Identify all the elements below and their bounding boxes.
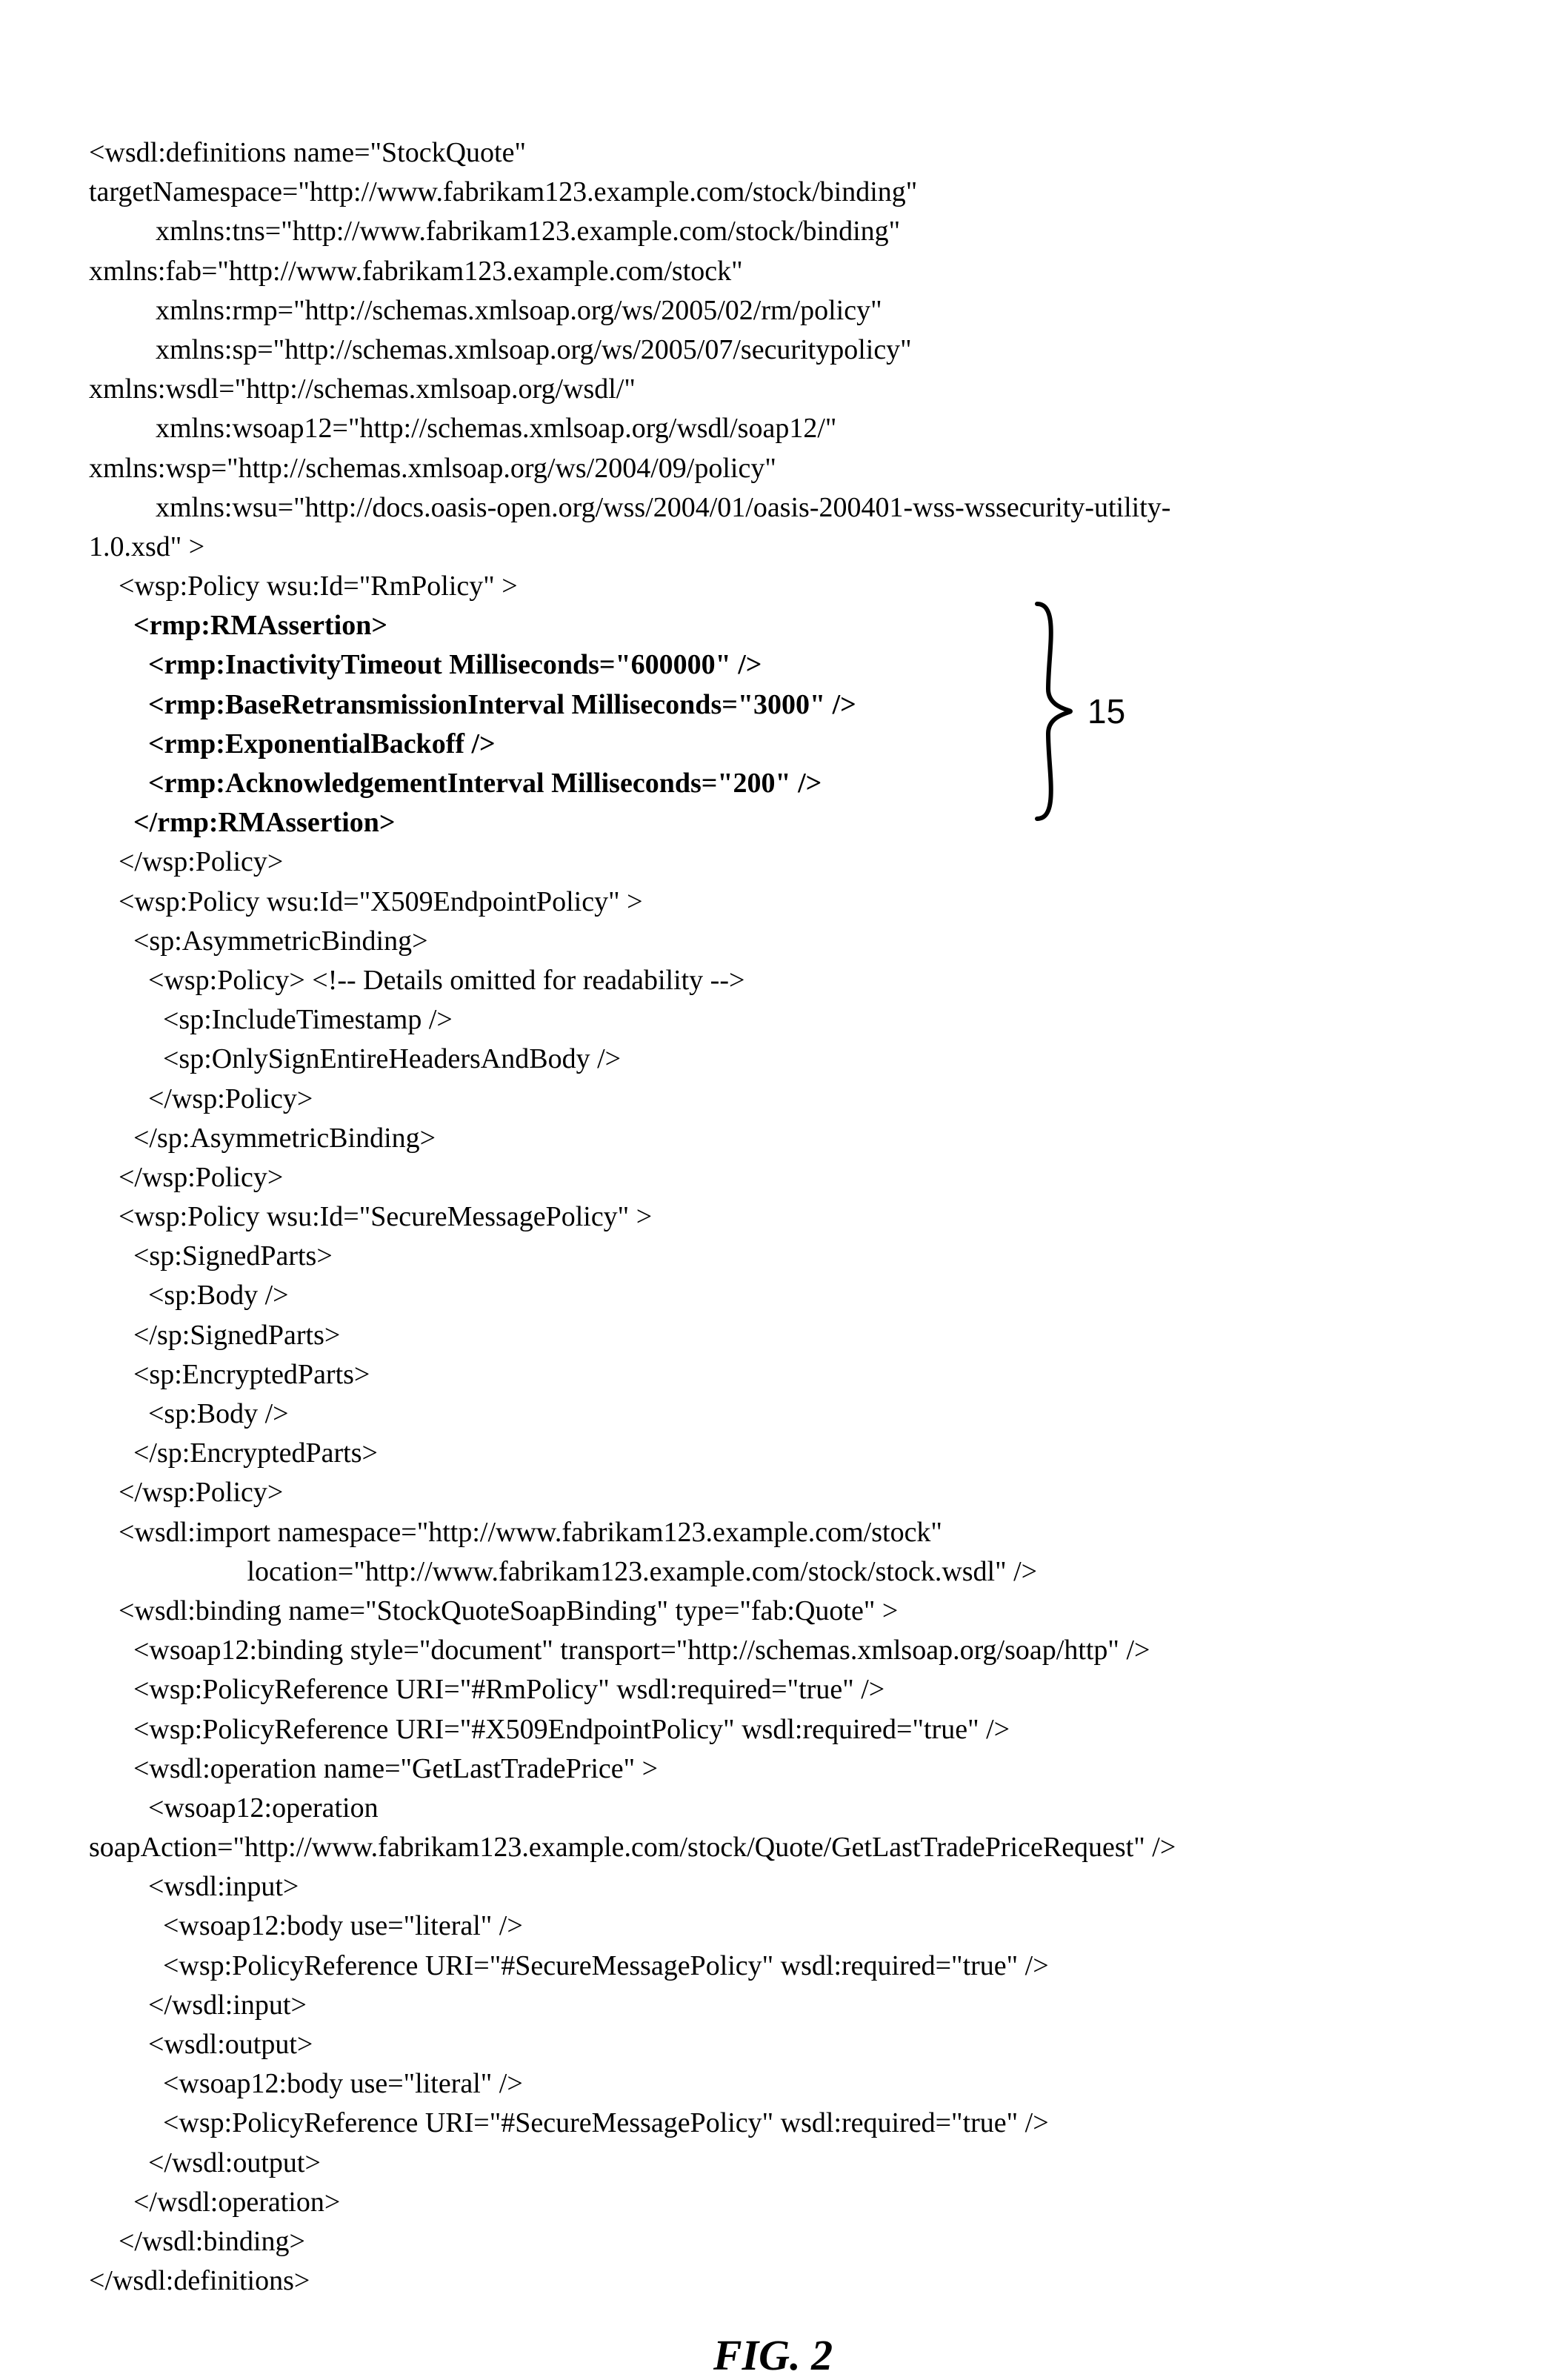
- code-line: </wsdl:operation>: [89, 2183, 1457, 2222]
- code-line: </wsdl:input>: [89, 1986, 1457, 2025]
- code-line: <wsp:Policy wsu:Id="X509EndpointPolicy" …: [89, 882, 1457, 922]
- code-line: <wsoap12:operation: [89, 1789, 1457, 1828]
- code-line: <wsdl:binding name="StockQuoteSoapBindin…: [89, 1592, 1457, 1631]
- code-line: <wsoap12:body use="literal" />: [89, 2064, 1457, 2104]
- code-line: <rmp:ExponentialBackoff />: [89, 725, 1457, 764]
- code-line: </wsp:Policy>: [89, 1080, 1457, 1119]
- code-line: <sp:SignedParts>: [89, 1237, 1457, 1276]
- code-line: <wsp:PolicyReference URI="#X509EndpointP…: [89, 1710, 1457, 1749]
- code-line: <rmp:RMAssertion>: [89, 606, 1457, 645]
- code-line: xmlns:wsp="http://schemas.xmlsoap.org/ws…: [89, 449, 1457, 488]
- code-line: <wsdl:import namespace="http://www.fabri…: [89, 1513, 1457, 1552]
- figure-caption: FIG. 2: [89, 2330, 1457, 2380]
- code-line: xmlns:sp="http://schemas.xmlsoap.org/ws/…: [89, 330, 1457, 370]
- code-line: <sp:EncryptedParts>: [89, 1355, 1457, 1395]
- code-line: xmlns:rmp="http://schemas.xmlsoap.org/ws…: [89, 291, 1457, 330]
- curly-brace-icon: [1030, 600, 1074, 822]
- callout-label: 15: [1074, 691, 1125, 731]
- code-line: xmlns:wsdl="http://schemas.xmlsoap.org/w…: [89, 370, 1457, 409]
- code-line: </sp:SignedParts>: [89, 1316, 1457, 1355]
- code-line: </wsp:Policy>: [89, 1158, 1457, 1197]
- callout-15: 15: [1030, 600, 1125, 822]
- code-line: <sp:Body />: [89, 1276, 1457, 1315]
- code-line: <wsp:Policy wsu:Id="SecureMessagePolicy"…: [89, 1197, 1457, 1237]
- code-line: xmlns:wsoap12="http://schemas.xmlsoap.or…: [89, 409, 1457, 448]
- code-line: 1.0.xsd" >: [89, 528, 1457, 567]
- code-line: </rmp:RMAssertion>: [89, 803, 1457, 842]
- code-line: <wsdl:operation name="GetLastTradePrice"…: [89, 1749, 1457, 1789]
- code-line: <rmp:AcknowledgementInterval Millisecond…: [89, 764, 1457, 803]
- code-line: <wsoap12:body use="literal" />: [89, 1907, 1457, 1946]
- code-line: <sp:AsymmetricBinding>: [89, 922, 1457, 961]
- code-line: <wsdl:input>: [89, 1867, 1457, 1907]
- code-line: xmlns:wsu="http://docs.oasis-open.org/ws…: [89, 488, 1457, 528]
- code-line: <wsdl:output>: [89, 2025, 1457, 2064]
- code-line: <sp:IncludeTimestamp />: [89, 1000, 1457, 1040]
- code-line: <wsp:PolicyReference URI="#RmPolicy" wsd…: [89, 1670, 1457, 1709]
- code-line: <sp:Body />: [89, 1395, 1457, 1434]
- code-line: </wsp:Policy>: [89, 1473, 1457, 1512]
- code-line: <sp:OnlySignEntireHeadersAndBody />: [89, 1040, 1457, 1079]
- code-line: </wsdl:definitions>: [89, 2261, 1457, 2301]
- code-line: <wsp:PolicyReference URI="#SecureMessage…: [89, 2104, 1457, 2143]
- code-listing: <wsdl:definitions name="StockQuote"targe…: [89, 133, 1457, 2301]
- code-line: <wsp:Policy wsu:Id="RmPolicy" >: [89, 567, 1457, 606]
- code-line: <wsp:Policy> <!-- Details omitted for re…: [89, 961, 1457, 1000]
- code-line: <wsp:PolicyReference URI="#SecureMessage…: [89, 1947, 1457, 1986]
- code-line: targetNamespace="http://www.fabrikam123.…: [89, 173, 1457, 212]
- code-line: <rmp:InactivityTimeout Milliseconds="600…: [89, 645, 1457, 685]
- code-line: <wsdl:definitions name="StockQuote": [89, 133, 1457, 173]
- code-line: </wsdl:binding>: [89, 2222, 1457, 2261]
- code-line: xmlns:fab="http://www.fabrikam123.exampl…: [89, 252, 1457, 291]
- code-line: </sp:AsymmetricBinding>: [89, 1119, 1457, 1158]
- code-line: location="http://www.fabrikam123.example…: [89, 1552, 1457, 1592]
- code-line: </sp:EncryptedParts>: [89, 1434, 1457, 1473]
- code-line: <wsoap12:binding style="document" transp…: [89, 1631, 1457, 1670]
- code-line: </wsp:Policy>: [89, 842, 1457, 882]
- code-line: xmlns:tns="http://www.fabrikam123.exampl…: [89, 212, 1457, 251]
- code-line: <rmp:BaseRetransmissionInterval Millisec…: [89, 685, 1457, 725]
- code-line: </wsdl:output>: [89, 2144, 1457, 2183]
- code-line: soapAction="http://www.fabrikam123.examp…: [89, 1828, 1457, 1867]
- page: <wsdl:definitions name="StockQuote"targe…: [0, 0, 1546, 2313]
